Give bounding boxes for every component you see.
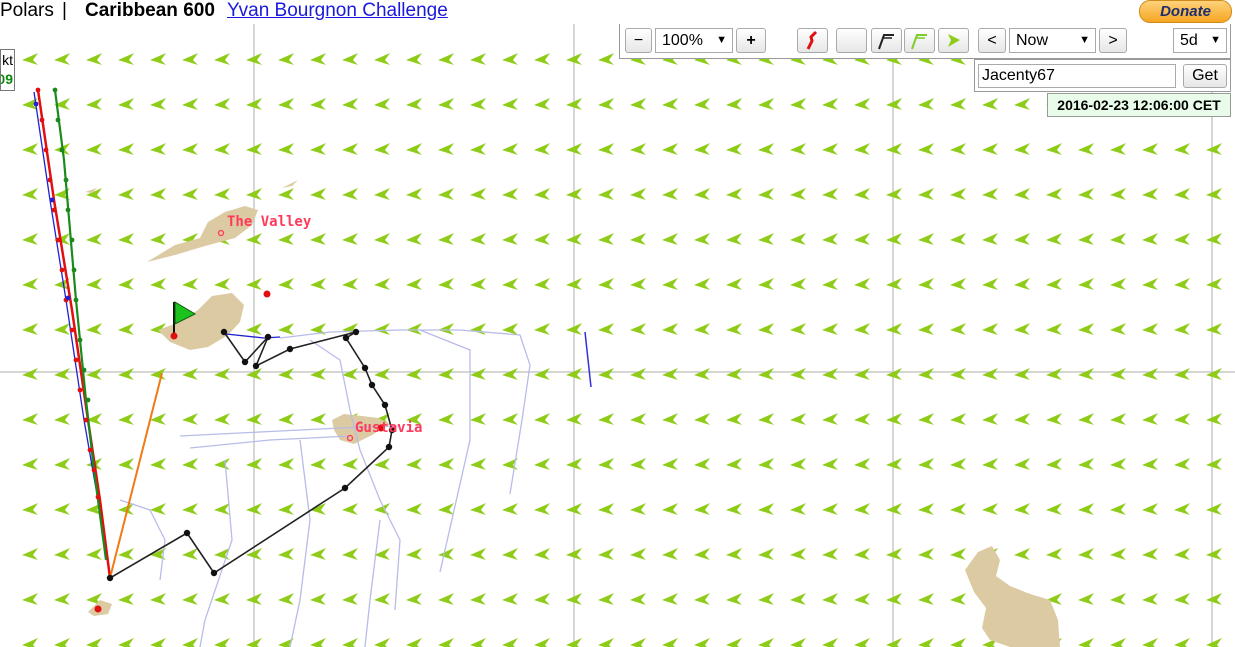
time-select[interactable]: Now ▼	[1009, 28, 1096, 53]
waypoint-marker	[263, 290, 271, 298]
track-toggle-button[interactable]	[797, 28, 828, 53]
isochrones	[119, 329, 531, 647]
zoom-out-button[interactable]: −	[625, 28, 652, 53]
app-header: Polars | Caribbean 600 Yvan Bourgnon Cha…	[0, 0, 1235, 24]
chevron-down-icon: ▼	[716, 34, 727, 46]
orange-heading	[109, 372, 163, 579]
track-dot	[73, 357, 79, 363]
green-barb-icon	[911, 34, 927, 50]
track-dot	[51, 207, 57, 213]
track-dot	[47, 177, 53, 183]
track-dot	[69, 237, 75, 243]
black-track	[109, 331, 393, 579]
track-dot	[264, 333, 272, 341]
track-dot	[55, 237, 61, 243]
get-button[interactable]: Get	[1183, 64, 1227, 88]
speed-unit: kt	[2, 52, 13, 68]
track-dot	[77, 387, 83, 393]
track-dot	[210, 569, 218, 577]
wind-arrow-icon	[948, 34, 960, 47]
track-dot	[63, 177, 69, 183]
track-dot	[385, 443, 393, 451]
track-dot	[91, 467, 97, 473]
blank-toggle-button[interactable]	[836, 28, 867, 53]
race-title: Caribbean 600	[85, 0, 215, 21]
current-timestamp: 2016-02-23 12:06:00 CET	[1047, 93, 1231, 117]
range-value: 5d	[1180, 32, 1198, 49]
track-dot	[39, 117, 45, 123]
polars-link[interactable]: Polars	[0, 0, 54, 22]
blue-segment	[225, 333, 281, 339]
chevron-down-icon: ▼	[1210, 34, 1221, 46]
zoom-in-button[interactable]: +	[736, 28, 766, 53]
track-dot	[77, 337, 83, 343]
challenge-link[interactable]: Yvan Bourgnon Challenge	[227, 0, 448, 22]
track-dot	[341, 484, 349, 492]
track-dot	[286, 345, 294, 353]
time-value: Now	[1016, 32, 1049, 49]
chevron-down-icon: ▼	[1079, 34, 1090, 46]
time-prev-button[interactable]: <	[978, 28, 1006, 53]
red-track-icon	[806, 30, 818, 50]
map-toolbar: − 100% ▼ + < Now ▼ > 5d ▼	[619, 24, 1231, 59]
track-dot	[83, 417, 89, 423]
zoom-select[interactable]: 100% ▼	[655, 28, 733, 53]
track-dot	[241, 358, 249, 366]
header-separator: |	[62, 0, 67, 21]
track-dot	[252, 362, 260, 370]
track-dot	[69, 327, 75, 333]
wind-arrow-toggle-button[interactable]	[938, 28, 969, 53]
track-dot	[361, 364, 369, 372]
track-dot	[381, 401, 389, 409]
speed-value: 09	[1, 71, 13, 87]
track-dot	[220, 328, 228, 336]
track-dot	[71, 267, 77, 273]
green-barb-toggle-button[interactable]	[904, 28, 935, 53]
donate-button[interactable]: Donate	[1139, 0, 1232, 23]
track-dot	[87, 447, 93, 453]
track-dot	[81, 367, 87, 373]
track-dot	[59, 267, 65, 273]
track-dot	[33, 101, 39, 107]
zoom-value: 100%	[662, 32, 703, 49]
track-dot	[55, 117, 61, 123]
track-dot	[43, 147, 49, 153]
blue-wedge	[584, 331, 592, 388]
track-dot	[35, 87, 41, 93]
track-dot	[52, 87, 58, 93]
track-dot	[183, 529, 191, 537]
land-masses	[85, 180, 1060, 647]
track-dot	[49, 197, 55, 203]
left-info-panel: kt 09	[0, 49, 15, 91]
player-search-panel: Get	[974, 59, 1231, 92]
player-name-input[interactable]	[978, 64, 1176, 88]
map-label-gustavia: Gustavia	[355, 420, 423, 436]
track-dot	[73, 297, 79, 303]
range-select[interactable]: 5d ▼	[1173, 28, 1227, 53]
track-dot	[342, 334, 350, 342]
wind-barb-icon	[878, 34, 894, 50]
track-dot	[59, 147, 65, 153]
track-dot	[85, 397, 91, 403]
waypoint-marker	[94, 605, 102, 613]
wind-arrows	[22, 53, 1222, 647]
track-dot	[352, 328, 360, 336]
map-label-the-valley: The Valley	[227, 214, 312, 230]
track-dot	[368, 381, 376, 389]
wind-barb-toggle-button[interactable]	[871, 28, 902, 53]
track-dot	[65, 207, 71, 213]
track-dot	[106, 574, 114, 582]
track-dot	[95, 494, 101, 500]
track-dot	[65, 295, 71, 301]
time-next-button[interactable]: >	[1099, 28, 1127, 53]
